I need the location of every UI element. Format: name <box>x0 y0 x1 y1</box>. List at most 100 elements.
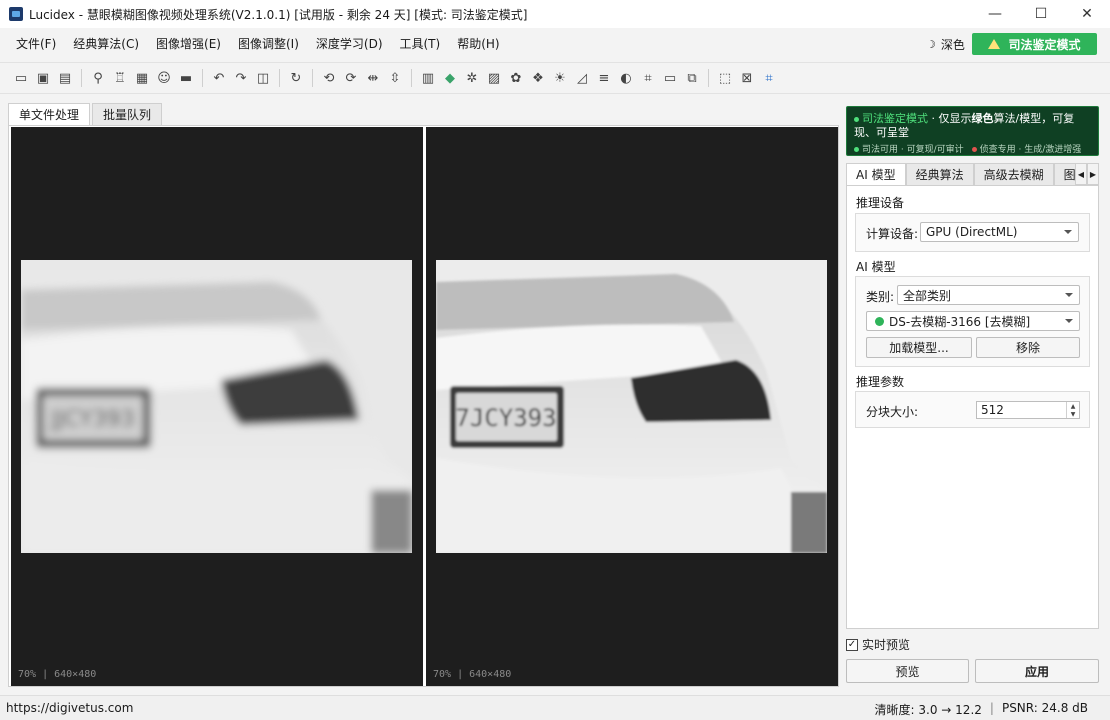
processed-image: 7JCY393 <box>436 260 827 553</box>
original-image-panel[interactable]: JJCY393 70% | 640×480 <box>11 127 423 686</box>
undo-icon[interactable]: ↶ <box>208 67 230 89</box>
maximize-button[interactable]: ☐ <box>1018 0 1064 28</box>
preview-button[interactable]: 预览 <box>846 659 969 683</box>
ai-model-group: 类别: 全部类别 DS-去模糊-3166 [去模糊] 加载模型... 移除 <box>855 276 1090 367</box>
rotate-right-icon[interactable]: ⟳ <box>340 67 362 89</box>
tab-single-file[interactable]: 单文件处理 <box>8 103 91 125</box>
toolbar: ▭ ▣ ▤ ⚲ ♖ ▦ ☺ ▬ ↶ ↷ ◫ ↻ ⟲ ⟳ ⇹ ⇳ ▥ ◆ ✲ ▨ … <box>0 62 1110 94</box>
face-icon[interactable]: ☺ <box>153 67 175 89</box>
tab-scroll-arrows: ◀ ▶ <box>1075 163 1099 185</box>
rotate-left-icon[interactable]: ⟲ <box>318 67 340 89</box>
contrast-icon[interactable]: ◐ <box>615 67 637 89</box>
trophy-icon[interactable]: ♖ <box>109 67 131 89</box>
moon-icon: ☽ <box>926 38 936 51</box>
load-model-button[interactable]: 加载模型... <box>866 337 972 358</box>
compute-device-select[interactable]: GPU (DirectML) <box>920 222 1079 242</box>
left-tab-bar: 单文件处理 批量队列 <box>8 103 164 125</box>
aspect-icon[interactable]: ▭ <box>659 67 681 89</box>
menu-image-adjust[interactable]: 图像调整(I) <box>232 35 305 52</box>
spin-arrows[interactable]: ▲ ▼ <box>1066 402 1079 418</box>
category-label: 类别: <box>866 290 895 304</box>
menu-deep-learning[interactable]: 深度学习(D) <box>310 35 389 52</box>
plate-icon[interactable]: ▦ <box>131 67 153 89</box>
curves-icon[interactable]: ◿ <box>571 67 593 89</box>
legend-red: 侦查专用 · 生成/激进增强 <box>971 142 1081 155</box>
model-select[interactable]: DS-去模糊-3166 [去模糊] <box>866 311 1080 331</box>
flip-vertical-icon[interactable]: ⇳ <box>384 67 406 89</box>
color-icon[interactable]: ◆ <box>439 67 461 89</box>
processed-image-panel[interactable]: 7JCY393 70% | 640×480 <box>426 127 838 686</box>
select-rect-icon[interactable]: ⬚ <box>714 67 736 89</box>
spin-down-icon[interactable]: ▼ <box>1067 410 1079 418</box>
original-image: JJCY393 <box>21 260 412 553</box>
status-metrics: 清晰度: 3.0 → 12.2 | PSNR: 24.8 dB <box>875 701 1088 718</box>
red-dot-icon <box>971 147 977 152</box>
forensic-mode-banner: 司法鉴定模式 · 仅显示绿色算法/模型，可复现、可呈堂 司法可用 · 可复现/可… <box>846 106 1099 156</box>
rotate-icon[interactable]: ↻ <box>285 67 307 89</box>
processed-plate-text: 7JCY393 <box>455 404 556 432</box>
magic-wand-icon[interactable]: ⚲ <box>87 67 109 89</box>
app-logo-icon <box>9 7 23 21</box>
tile-size-label: 分块大小: <box>866 405 919 419</box>
checkbox-checked-icon[interactable]: ✓ <box>846 638 858 651</box>
levels-icon[interactable]: ≡ <box>593 67 615 89</box>
legend-green: 司法可用 · 可复现/可审计 <box>854 142 964 155</box>
apply-button[interactable]: 应用 <box>975 659 1099 683</box>
banner-legend: 司法可用 · 可复现/可审计 侦查专用 · 生成/激进增强 <box>854 142 1091 155</box>
close-button[interactable]: ✕ <box>1064 0 1110 28</box>
spin-up-icon[interactable]: ▲ <box>1067 402 1079 410</box>
ai-model-title: AI 模型 <box>856 260 896 274</box>
toolbar-separator <box>279 69 280 87</box>
tile-size-spinbox[interactable]: 512 ▲ ▼ <box>976 401 1080 419</box>
compare-icon[interactable]: ◫ <box>252 67 274 89</box>
histogram-icon[interactable]: ▥ <box>417 67 439 89</box>
menu-classic-algorithms[interactable]: 经典算法(C) <box>67 35 145 52</box>
legend-green-label: 司法可用 · 可复现/可审计 <box>862 145 964 155</box>
live-preview-checkbox[interactable]: ✓ 实时预览 <box>846 636 910 653</box>
brightness-icon[interactable]: ✲ <box>461 67 483 89</box>
green-dot-icon <box>854 116 859 122</box>
redo-icon[interactable]: ↷ <box>230 67 252 89</box>
menu-help[interactable]: 帮助(H) <box>451 35 505 52</box>
banner-desc-prefix: · 仅显示 <box>931 112 972 125</box>
tile-size-value: 512 <box>981 403 1004 417</box>
remove-model-button[interactable]: 移除 <box>976 337 1080 358</box>
folder-video-icon[interactable]: ▣ <box>32 67 54 89</box>
green-dot-icon <box>854 147 859 152</box>
tab-ai-model[interactable]: AI 模型 <box>846 163 906 185</box>
clear-select-icon[interactable]: ⊠ <box>736 67 758 89</box>
crop-blue-icon[interactable]: ⌗ <box>758 67 780 89</box>
minimize-button[interactable]: — <box>972 0 1018 28</box>
channels-icon[interactable]: ❖ <box>527 67 549 89</box>
flip-horizontal-icon[interactable]: ⇹ <box>362 67 384 89</box>
menu-image-enhance[interactable]: 图像增强(E) <box>150 35 227 52</box>
sun-icon[interactable]: ☀ <box>549 67 571 89</box>
toolbar-separator <box>312 69 313 87</box>
banner-title: 司法鉴定模式 <box>862 112 928 125</box>
right-tab-bar: AI 模型 经典算法 高级去模糊 图像 ◀ ▶ <box>846 163 1099 185</box>
theme-label: 深色 <box>940 38 965 52</box>
image-icon[interactable]: ▨ <box>483 67 505 89</box>
tab-advanced-deblur[interactable]: 高级去模糊 <box>973 163 1054 185</box>
inference-device-group: 计算设备: GPU (DirectML) <box>855 213 1090 252</box>
folder-open-icon[interactable]: ▭ <box>10 67 32 89</box>
status-url[interactable]: https://digivetus.com <box>6 701 133 715</box>
tab-scroll-left-icon[interactable]: ◀ <box>1075 163 1087 185</box>
category-select[interactable]: 全部类别 <box>897 285 1080 305</box>
menu-tools[interactable]: 工具(T) <box>394 35 447 52</box>
tab-classic-algorithms[interactable]: 经典算法 <box>905 163 974 185</box>
layers-icon[interactable]: ⧉ <box>681 67 703 89</box>
toolbar-separator <box>411 69 412 87</box>
dark-theme-toggle[interactable]: ☽ 深色 <box>926 36 965 53</box>
keyboard-icon[interactable]: ▬ <box>175 67 197 89</box>
tab-scroll-right-icon[interactable]: ▶ <box>1087 163 1099 185</box>
denoise-icon[interactable]: ✿ <box>505 67 527 89</box>
toolbar-separator <box>81 69 82 87</box>
save-icon[interactable]: ▤ <box>54 67 76 89</box>
menu-file[interactable]: 文件(F) <box>10 35 62 52</box>
psnr-metric: PSNR: 24.8 dB <box>1001 701 1088 715</box>
forensic-mode-button[interactable]: 司法鉴定模式 <box>972 33 1097 55</box>
crop-icon[interactable]: ⌗ <box>637 67 659 89</box>
tab-batch-queue[interactable]: 批量队列 <box>92 103 163 125</box>
inference-params-group: 分块大小: 512 ▲ ▼ <box>855 391 1090 428</box>
